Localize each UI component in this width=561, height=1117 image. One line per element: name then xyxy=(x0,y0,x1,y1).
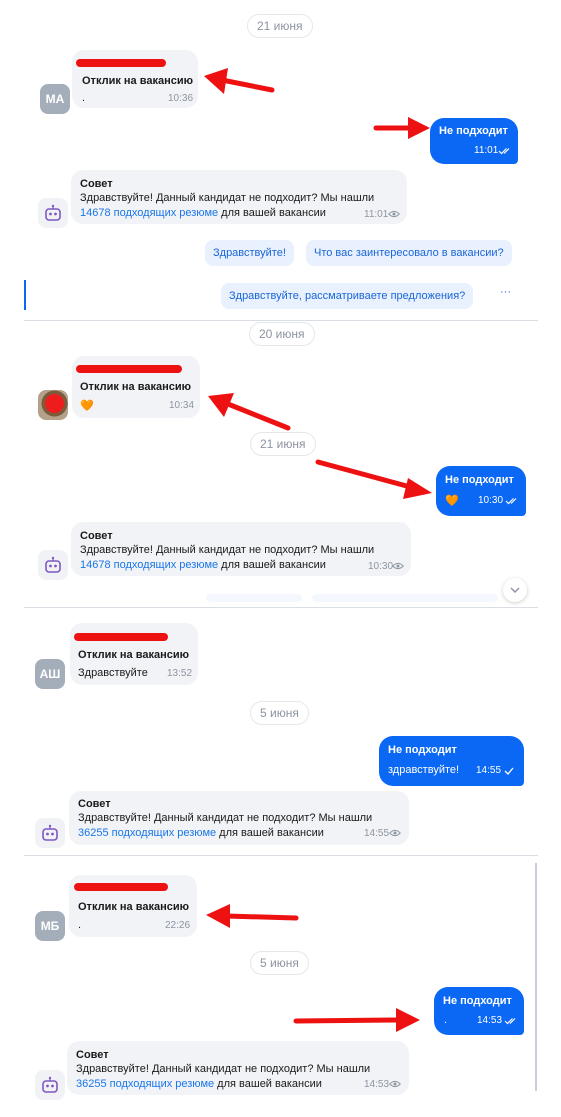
quick-reply-chip[interactable]: Здравствуйте, рассматриваете предложения… xyxy=(221,283,474,309)
message-time: 11:01 xyxy=(364,209,389,220)
advice-text: Здравствуйте! Данный кандидат не подходи… xyxy=(78,812,373,824)
robot-icon xyxy=(35,818,65,848)
message-time: 22:26 xyxy=(165,920,191,931)
advice-text-line2: 14678 подходящих резюме для вашей ваканс… xyxy=(80,559,326,571)
message-time: 10:30 xyxy=(368,561,394,572)
message-time: 10:36 xyxy=(168,93,194,104)
redaction-mark xyxy=(74,883,168,891)
advice-text-line2: 14678 подходящих резюме для вашей ваканс… xyxy=(80,207,326,219)
message-title: Отклик на вакансию xyxy=(80,381,191,393)
message-text: 🧡 xyxy=(80,400,94,412)
double-check-icon xyxy=(498,147,512,155)
chat-panel-2: 20 июня Отклик на вакансию 🧡 10:34 21 ию… xyxy=(24,322,538,606)
date-separator: 21 июня xyxy=(250,432,316,456)
avatar[interactable]: АШ xyxy=(35,659,65,689)
sidebar-active-indicator xyxy=(24,280,26,310)
message-time: 11:01 xyxy=(474,145,499,156)
date-separator: 5 июня xyxy=(250,951,309,975)
resume-count-link[interactable]: 36255 подходящих резюме xyxy=(76,1078,214,1090)
chevron-down-icon xyxy=(510,587,520,594)
avatar[interactable]: МБ xyxy=(35,911,65,941)
quick-reply-chip[interactable] xyxy=(206,594,302,602)
chat-panel-3: АШ Отклик на вакансию Здравствуйте 13:52… xyxy=(24,609,538,853)
message-time: 14:55 xyxy=(364,828,390,839)
advice-title: Совет xyxy=(78,798,111,810)
message-time: 14:53 xyxy=(477,1015,503,1026)
eye-icon xyxy=(389,829,401,837)
advice-text: Здравствуйте! Данный кандидат не подходи… xyxy=(76,1063,371,1075)
message-time: 10:34 xyxy=(169,400,195,411)
message-title: Не подходит xyxy=(443,995,512,1007)
message-text: здравствуйте! xyxy=(388,764,460,776)
screenshot-divider xyxy=(24,607,538,608)
date-separator: 21 июня xyxy=(247,14,313,38)
scrollbar[interactable] xyxy=(535,863,537,1091)
message-text: . xyxy=(78,919,82,931)
redaction-mark xyxy=(76,59,166,67)
redaction-mark xyxy=(74,633,168,641)
advice-text-line2: 36255 подходящих резюме для вашей ваканс… xyxy=(76,1078,322,1090)
message-text: 🧡 xyxy=(445,495,459,507)
message-title: Не подходит xyxy=(445,474,514,486)
message-text: . xyxy=(444,1014,448,1026)
quick-reply-chip[interactable]: Что вас заинтересовало в вакансии? xyxy=(306,240,512,266)
double-check-icon xyxy=(504,1017,518,1025)
robot-icon xyxy=(38,198,68,228)
quick-reply-chip[interactable]: Здравствуйте! xyxy=(205,240,294,266)
resume-count-link[interactable]: 36255 подходящих резюме xyxy=(78,827,216,839)
message-title: Не подходит xyxy=(388,744,457,756)
screenshot-divider xyxy=(24,855,538,856)
message-time: 14:53 xyxy=(364,1079,390,1090)
message-title: Не подходит xyxy=(439,125,508,137)
message-title: Отклик на вакансию xyxy=(82,75,193,87)
quick-reply-chip[interactable] xyxy=(312,594,498,602)
message-text: . xyxy=(82,92,86,104)
eye-icon xyxy=(388,210,400,218)
check-icon xyxy=(504,767,514,775)
message-time: 10:30 xyxy=(478,495,504,506)
avatar[interactable]: МА xyxy=(40,84,70,114)
avatar[interactable] xyxy=(38,390,68,420)
message-time: 13:52 xyxy=(167,668,193,679)
advice-text: Здравствуйте! Данный кандидат не подходи… xyxy=(80,544,375,556)
chat-panel-4: МБ Отклик на вакансию . 22:26 5 июня Не … xyxy=(24,857,538,1117)
message-title: Отклик на вакансию xyxy=(78,649,189,661)
message-title: Отклик на вакансию xyxy=(78,901,189,913)
robot-icon xyxy=(35,1070,65,1100)
date-separator: 20 июня xyxy=(249,322,315,346)
message-time: 14:55 xyxy=(476,765,502,776)
advice-text: Здравствуйте! Данный кандидат не подходи… xyxy=(80,192,375,204)
chat-panel-1: 21 июня МА Отклик на вакансию . 10:36 Не… xyxy=(24,0,538,320)
screenshot-divider xyxy=(24,320,538,321)
eye-icon xyxy=(392,562,404,570)
double-check-icon xyxy=(505,497,519,505)
resume-count-link[interactable]: 14678 подходящих резюме xyxy=(80,559,218,571)
date-separator: 5 июня xyxy=(250,701,309,725)
redaction-mark xyxy=(76,365,182,373)
advice-title: Совет xyxy=(76,1049,109,1061)
more-options-icon[interactable]: ··· xyxy=(500,286,511,298)
scroll-down-button[interactable] xyxy=(503,578,527,602)
advice-title: Совет xyxy=(80,530,113,542)
message-text: Здравствуйте xyxy=(78,667,148,679)
resume-count-link[interactable]: 14678 подходящих резюме xyxy=(80,207,218,219)
advice-text-line2: 36255 подходящих резюме для вашей ваканс… xyxy=(78,827,324,839)
advice-title: Совет xyxy=(80,178,113,190)
robot-icon xyxy=(38,550,68,580)
eye-icon xyxy=(389,1080,401,1088)
